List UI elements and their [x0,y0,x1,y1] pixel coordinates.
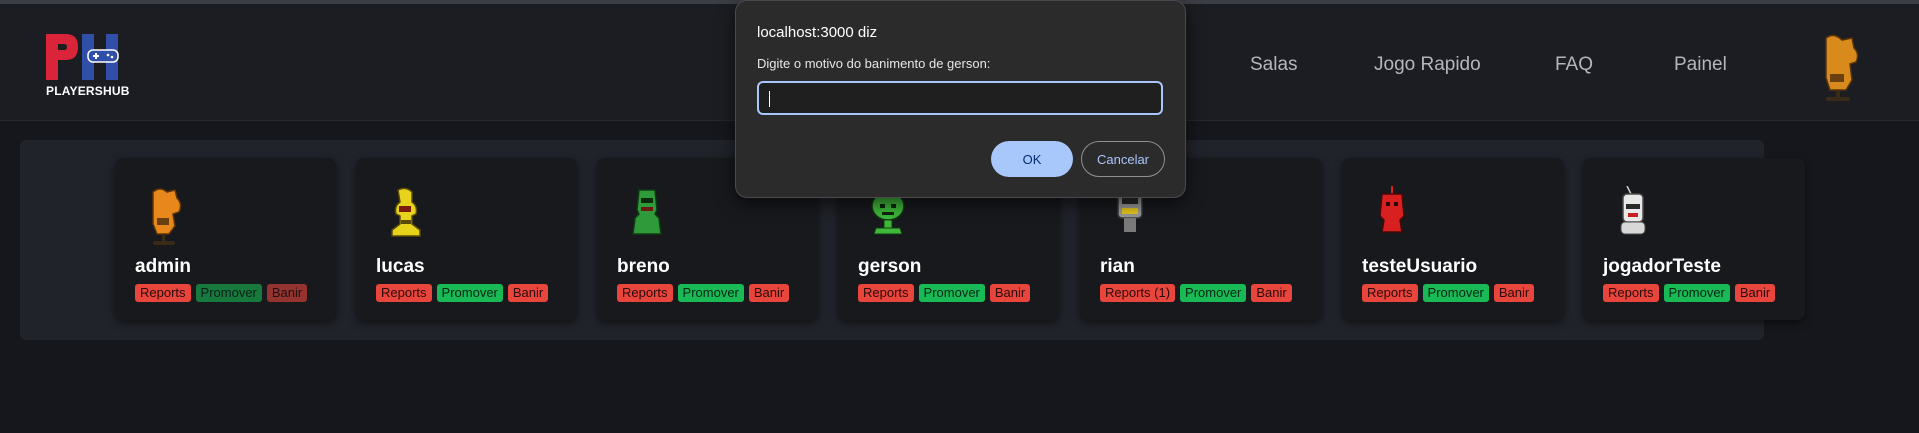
reports-button[interactable]: Reports [376,284,432,302]
user-actions: Reports Promover Banir [617,284,790,302]
user-actions: Reports Promover Banir [376,284,549,302]
reports-button[interactable]: Reports [1603,284,1659,302]
username: breno [617,256,670,277]
text-caret [769,91,770,107]
robot-avatar-icon [152,188,182,245]
username: lucas [376,256,425,277]
dialog-message: Digite o motivo do banimento de gerson: [757,56,991,71]
ban-button[interactable]: Banir [1734,284,1776,302]
reports-button[interactable]: Reports (1) [1100,284,1176,302]
user-actions: Reports Promover Banir [858,284,1031,302]
user-card: testeUsuario Reports Promover Banir [1342,158,1564,320]
nav-item-faq[interactable]: FAQ [1555,54,1593,76]
promote-button[interactable]: Promover [1180,284,1247,302]
username: jogadorTeste [1603,256,1721,277]
promote-button[interactable]: Promover [918,284,985,302]
user-card: lucas Reports Promover Banir [356,158,577,320]
ban-button[interactable]: Banir [266,284,308,302]
ban-button[interactable]: Banir [1251,284,1292,302]
prompt-dialog: localhost:3000 diz Digite o motivo do ba… [735,0,1186,198]
user-actions: Reports Promover Banir [135,284,308,302]
robot-avatar-icon [1620,186,1646,235]
user-actions: Reports (1) Promover Banir [1100,284,1292,302]
reports-button[interactable]: Reports [858,284,914,302]
user-actions: Reports Promover Banir [1362,284,1535,302]
nav-item-painel[interactable]: Painel [1674,54,1727,76]
username: gerson [858,256,922,277]
dialog-title: localhost:3000 diz [757,24,878,41]
reports-button[interactable]: Reports [617,284,673,302]
user-avatar[interactable] [1818,34,1862,104]
ban-button[interactable]: Banir [748,284,790,302]
ok-button[interactable]: OK [991,141,1073,177]
user-card: jogadorTeste Reports Promover Banir [1583,158,1805,320]
username: admin [135,256,191,277]
logo-text: PLAYERSHUB [46,84,130,98]
username: rian [1100,256,1135,277]
promote-button[interactable]: Promover [1422,284,1489,302]
robot-avatar-icon [632,189,662,235]
user-actions: Reports Promover Banir [1603,284,1776,302]
reports-button[interactable]: Reports [1362,284,1418,302]
robot-avatar-icon [1379,186,1405,233]
promote-button[interactable]: Promover [1663,284,1730,302]
ban-reason-input[interactable] [757,81,1163,115]
promote-button[interactable]: Promover [436,284,503,302]
ban-button[interactable]: Banir [989,284,1031,302]
promote-button[interactable]: Promover [677,284,744,302]
username: testeUsuario [1362,256,1478,277]
ban-button[interactable]: Banir [507,284,549,302]
robot-avatar-icon [391,187,421,237]
cancel-button[interactable]: Cancelar [1081,141,1165,177]
nav-item-salas[interactable]: Salas [1250,54,1298,76]
reports-button[interactable]: Reports [135,284,191,302]
promote-button[interactable]: Promover [195,284,262,302]
ban-button[interactable]: Banir [1493,284,1535,302]
user-card: admin Reports Promover Banir [115,158,336,320]
nav-item-jogo-rapido[interactable]: Jogo Rapido [1374,54,1481,76]
